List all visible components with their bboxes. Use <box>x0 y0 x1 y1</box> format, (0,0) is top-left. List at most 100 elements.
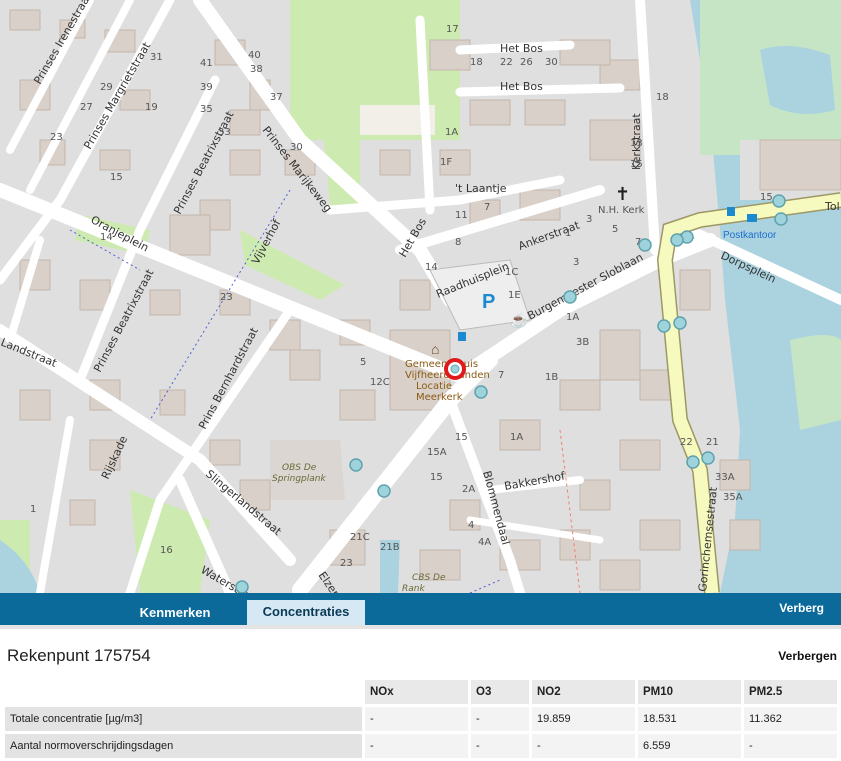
svg-text:2A: 2A <box>462 484 475 495</box>
svg-text:33A: 33A <box>715 472 735 483</box>
street-label: Het Bos <box>500 80 543 93</box>
svg-text:13: 13 <box>630 138 643 149</box>
svg-text:12C: 12C <box>370 377 390 388</box>
svg-text:21: 21 <box>706 437 719 448</box>
svg-text:23: 23 <box>340 558 353 569</box>
svg-text:31: 31 <box>150 52 163 63</box>
panel-title: Rekenpunt 175754 <box>7 646 151 665</box>
svg-text:5: 5 <box>360 357 366 368</box>
table-cell: 11.362 <box>744 707 837 731</box>
tab-concentraties[interactable]: Concentraties <box>247 600 365 625</box>
row-label: Totale concentratie [µg/m3] <box>5 707 362 731</box>
church-icon: ✝ <box>615 184 630 204</box>
svg-text:4: 4 <box>468 520 474 531</box>
svg-text:37: 37 <box>270 92 283 103</box>
column-header: PM10 <box>638 680 741 704</box>
svg-text:7: 7 <box>498 370 504 381</box>
svg-text:27: 27 <box>80 102 93 113</box>
street-label: Burgemeester Sloblaan <box>525 251 645 323</box>
svg-text:1A: 1A <box>510 432 523 443</box>
bus-stop-icon <box>727 207 735 216</box>
column-header: O3 <box>471 680 529 704</box>
svg-text:3: 3 <box>573 257 579 268</box>
svg-text:1A: 1A <box>566 312 579 323</box>
svg-text:1: 1 <box>565 228 571 239</box>
svg-text:14: 14 <box>100 232 113 243</box>
column-header: PM2.5 <box>744 680 837 704</box>
parking-icon: P <box>482 291 495 313</box>
svg-text:15: 15 <box>630 159 643 170</box>
svg-text:19: 19 <box>145 102 158 113</box>
street-label: Tol <box>824 200 840 213</box>
svg-text:21B: 21B <box>380 542 400 553</box>
street-label: Waterstraat <box>199 563 262 593</box>
table-cell: - <box>532 734 635 758</box>
svg-text:15: 15 <box>455 432 468 443</box>
svg-text:11: 11 <box>455 210 468 221</box>
table-cell: - <box>471 734 529 758</box>
table-row: Aantal normoverschrijdingsdagen - - - 6.… <box>5 734 837 758</box>
table-cell: - <box>471 707 529 731</box>
svg-text:8: 8 <box>455 237 461 248</box>
svg-text:1C: 1C <box>505 267 518 278</box>
svg-text:18: 18 <box>656 92 669 103</box>
svg-text:5: 5 <box>612 224 618 235</box>
church-label: N.H. Kerk <box>598 205 645 216</box>
street-label: 't Laantje <box>455 182 507 195</box>
svg-text:17: 17 <box>446 24 459 35</box>
svg-text:41: 41 <box>200 58 213 69</box>
map-canvas[interactable]: Prinses Irenestraat Prinses Margrietstra… <box>0 0 841 593</box>
svg-text:18: 18 <box>470 57 483 68</box>
svg-text:21C: 21C <box>350 532 370 543</box>
street-label: Het Bos <box>500 42 543 55</box>
table-row: Totale concentratie [µg/m3] - - 19.859 1… <box>5 707 837 731</box>
street-label: Elzenstraat <box>316 569 363 593</box>
bus-stop-icon <box>458 332 466 341</box>
svg-text:1B: 1B <box>545 372 558 383</box>
map-view[interactable]: Prinses Irenestraat Prinses Margrietstra… <box>0 0 841 593</box>
svg-text:1F: 1F <box>440 157 452 168</box>
svg-text:15: 15 <box>760 192 773 203</box>
svg-text:15A: 15A <box>427 447 447 458</box>
svg-text:33: 33 <box>218 127 231 138</box>
svg-text:1A: 1A <box>445 127 458 138</box>
column-header: NOx <box>365 680 468 704</box>
svg-text:23: 23 <box>220 292 233 303</box>
post-label: Postkantoor <box>723 230 777 241</box>
street-label: Bakkershof <box>503 469 567 493</box>
svg-text:15: 15 <box>110 172 123 183</box>
svg-text:4A: 4A <box>478 537 491 548</box>
street-label: Prins Bernhardstraat <box>196 325 261 432</box>
table-cell: - <box>744 734 837 758</box>
svg-text:39: 39 <box>200 82 213 93</box>
tab-bar: Kenmerken Concentraties Verberg <box>0 593 841 625</box>
svg-text:26: 26 <box>520 57 533 68</box>
svg-text:3B: 3B <box>576 337 589 348</box>
svg-text:30: 30 <box>545 57 558 68</box>
svg-text:38: 38 <box>250 64 263 75</box>
svg-text:15: 15 <box>430 472 443 483</box>
selected-point-core <box>450 364 460 374</box>
svg-text:22: 22 <box>500 57 513 68</box>
svg-text:14: 14 <box>425 262 438 273</box>
svg-text:22: 22 <box>680 437 693 448</box>
tab-kenmerken[interactable]: Kenmerken <box>120 601 230 625</box>
table-cell: - <box>365 707 468 731</box>
row-label: Aantal normoverschrijdingsdagen <box>5 734 362 758</box>
table-cell: 19.859 <box>532 707 635 731</box>
svg-text:1E: 1E <box>508 290 521 301</box>
townhall-icon: ⌂ <box>431 341 439 357</box>
table-cell: 18.531 <box>638 707 741 731</box>
svg-text:7: 7 <box>484 202 490 213</box>
svg-text:40: 40 <box>248 50 261 61</box>
post-icon <box>747 214 757 222</box>
svg-text:1: 1 <box>30 504 36 515</box>
table-cell: 6.559 <box>638 734 741 758</box>
street-label: Landstraat <box>0 336 59 370</box>
table-cell: - <box>365 734 468 758</box>
hide-panel-button[interactable]: Verberg <box>779 598 824 618</box>
concentration-table: NOx O3 NO2 PM10 PM2.5 Totale concentrati… <box>2 677 840 761</box>
svg-text:29: 29 <box>100 82 113 93</box>
street-label: Prinses Irenestraat <box>31 0 94 87</box>
hide-button[interactable]: Verbergen <box>778 649 837 663</box>
